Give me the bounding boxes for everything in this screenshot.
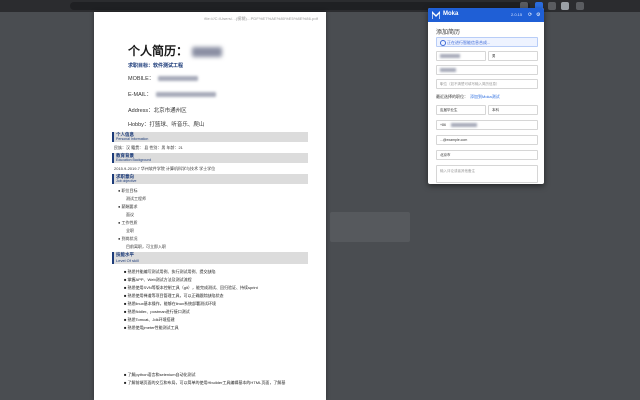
popup-header: Moka 2.0.15 ⟳ ⚙ — [428, 8, 544, 22]
parsing-notice-text: 正在进行智能信息合成... — [447, 39, 491, 45]
mobile-row: MOBILE： — [128, 74, 199, 82]
app-version: 2.0.15 — [511, 12, 523, 17]
education-line: 2015.9-2019.7 华州软件学院 计算机科学与技术 学士学位 — [114, 166, 216, 171]
section-skills-en: Level Of skill — [116, 258, 139, 263]
email-value: ...@example.com — [440, 138, 468, 142]
skill-item: ■ 了解前端页面的交互和布局，可以简单的使用Hbuilder工具编辑基本的HTM… — [124, 380, 286, 385]
skill-item: ■ 掌握APP、Web测试方法及测试流程 — [124, 277, 192, 282]
recent-position-label: 最近选择的职位： 添加到Moka测试 — [436, 94, 500, 99]
skill-item: ■ 熟悉fiddler、postman进行接口测试 — [124, 309, 190, 314]
chevron-down-icon: ⌄ — [492, 107, 496, 112]
section-education-en: Education Background — [116, 158, 152, 162]
section-personal-en: Personal Information — [116, 137, 149, 141]
notes-placeholder: 输入评论或者其他备注 — [440, 169, 475, 173]
objective-item: 测试工程师 — [126, 196, 146, 201]
puzzle-icon[interactable] — [561, 2, 569, 10]
blurred-age-value — [440, 68, 456, 72]
objective-item: ● 薪酬要求 — [118, 204, 138, 209]
section-education: 教育背景 Education Background — [112, 153, 308, 163]
section-personal: 个人信息 Personal Information — [112, 132, 308, 142]
moka-popup: Moka 2.0.15 ⟳ ⚙ 添加简历 正在进行智能信息合成... 男 ⌄ 职… — [428, 8, 544, 184]
profile-icon[interactable] — [576, 2, 584, 10]
parsing-notice: 正在进行智能信息合成... — [436, 37, 538, 47]
blurred-name — [192, 46, 223, 57]
objective-item: 目前离职，可立即入职 — [126, 244, 166, 249]
skill-item: ■ 熟悉Tomcat、Jdk环境搭建 — [124, 317, 175, 322]
extension-icon[interactable] — [548, 2, 556, 10]
browser-toolbar — [0, 0, 640, 12]
popup-title: 添加简历 — [436, 30, 461, 36]
chevron-down-icon: ⌄ — [492, 53, 496, 58]
city-field[interactable]: 北京市 — [436, 150, 538, 160]
email-row: E-MAIL： — [128, 90, 216, 98]
phone-field[interactable]: +86 — [436, 120, 538, 130]
skill-item: ■ 熟悉使用jmeter性能测试工具 — [124, 325, 179, 330]
address-row: Address：北京市通州区 — [128, 108, 187, 114]
app-name: Moka — [443, 11, 459, 17]
section-objective: 求职意向 Job objective — [112, 174, 308, 184]
mobile-label: MOBILE： — [128, 76, 155, 82]
city-value: 北京市 — [440, 153, 451, 157]
skill-item: ■ 熟悉linux基本操作，能够在linux系统部署测试环境 — [124, 301, 216, 306]
personal-line: 民族：汉 籍贯： 县 性别：男 年龄：21 — [114, 145, 183, 150]
name-field[interactable] — [436, 51, 486, 61]
blurred-email — [155, 92, 216, 98]
objective-item: ● 到岗状况 — [118, 236, 138, 241]
section-skills: 技能水平 Level Of skill — [112, 252, 308, 264]
gear-icon[interactable]: ⚙ — [536, 12, 540, 18]
chevron-down-icon: ⌄ — [440, 81, 444, 86]
objective-item: ● 职位目标 — [118, 188, 138, 193]
degree-select[interactable]: 应届毕业生 ⌄ — [436, 105, 486, 115]
document-url: file:///C:/Users/...(模糊)...PDF%E7%AE%80%… — [204, 16, 318, 21]
refresh-icon[interactable]: ⟳ — [528, 12, 532, 18]
hobby-row: Hobby：打篮球、听音乐、爬山 — [128, 122, 205, 128]
chevron-down-icon: ⌄ — [440, 107, 444, 112]
position-select[interactable]: 职位（如不清楚可填写输入简历信息） ⌄ — [436, 79, 538, 89]
age-field[interactable] — [436, 65, 538, 75]
moka-logo-icon — [432, 11, 440, 19]
recent-position-link[interactable]: 添加到Moka测试 — [470, 94, 500, 99]
loading-icon — [440, 40, 446, 46]
objective-item: ● 工作性质 — [118, 220, 138, 225]
skill-item: ■ 熟悉使用禅道等项目管理工具，可以正确跟踪缺陷状态 — [124, 293, 224, 298]
gender-select[interactable]: 男 ⌄ — [488, 51, 538, 61]
resume-title-text: 个人简历： — [128, 44, 189, 58]
blurred-name-value — [440, 54, 460, 58]
phone-prefix: +86 — [440, 123, 446, 127]
background-block — [330, 212, 410, 242]
email-field[interactable]: ...@example.com — [436, 135, 538, 145]
blurred-phone-value — [451, 123, 477, 127]
skill-item: ■ 熟悉并能编写测试用例、执行测试用例、提交缺陷 — [124, 269, 216, 274]
objective-item: 全职 — [126, 228, 134, 233]
job-objective: 求职目标：软件测试工程 — [128, 63, 184, 69]
objective-item: 面议 — [126, 212, 134, 217]
resume-title: 个人简历： — [128, 42, 223, 59]
email-label: E-MAIL： — [128, 92, 152, 98]
notes-textarea[interactable]: 输入评论或者其他备注 — [436, 165, 538, 183]
skill-item: ■ 了解python语言和selenium自动化测试 — [124, 372, 196, 377]
section-objective-en: Job objective — [116, 179, 137, 183]
blurred-mobile — [158, 76, 199, 82]
resume-document: file:///C:/Users/...(模糊)...PDF%E7%AE%80%… — [94, 12, 326, 400]
education-select[interactable]: 本科 ⌄ — [488, 105, 538, 115]
skill-item: ■ 熟悉使用SVN等版本控制工具（git），能完成测试、回归验证、持续sprin… — [124, 285, 258, 290]
